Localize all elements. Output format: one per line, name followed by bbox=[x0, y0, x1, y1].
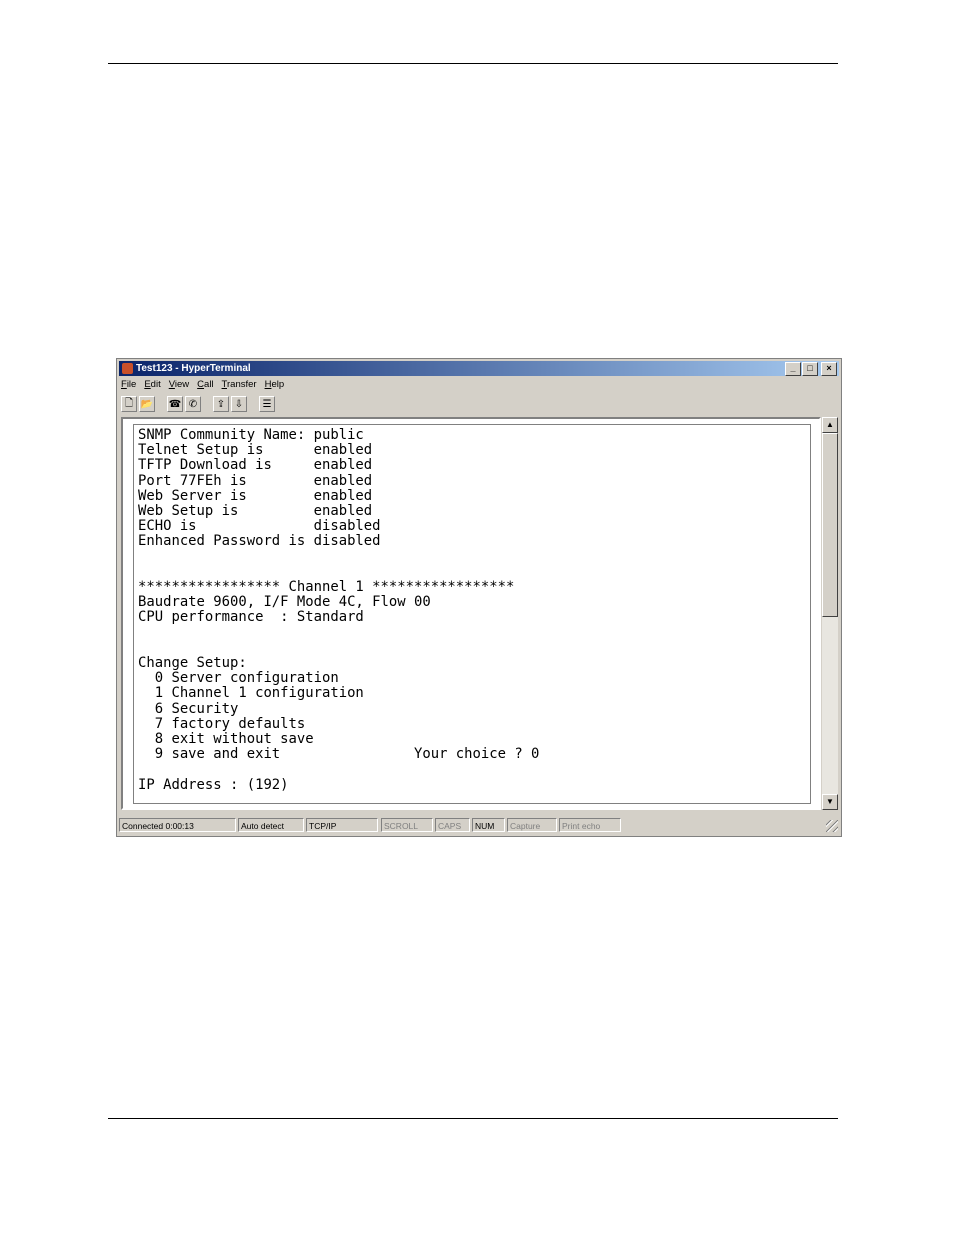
footer-rule bbox=[108, 1118, 838, 1119]
terminal-line: Port 77FEh is enabled bbox=[138, 472, 373, 489]
status-detect: Auto detect bbox=[238, 818, 304, 832]
terminal-line: CPU performance : Standard bbox=[138, 609, 364, 626]
minimize-button[interactable]: _ bbox=[785, 362, 801, 376]
terminal-line: Enhanced Password is disabled bbox=[138, 533, 381, 550]
terminal-line: 6 Security bbox=[138, 700, 239, 717]
terminal-line: 1 Channel 1 configuration bbox=[138, 685, 364, 702]
terminal-area[interactable]: SNMP Community Name: public Telnet Setup… bbox=[121, 417, 821, 810]
menu-bar: File Edit View Call Transfer Help bbox=[121, 378, 284, 392]
toolbar: 🗋 📂 ☎ ✆ ⇪ ⇩ ☰ bbox=[121, 394, 275, 414]
hyperterminal-window: Test123 - HyperTerminal _ □ × File Edit … bbox=[116, 358, 842, 837]
terminal-screen[interactable]: SNMP Community Name: public Telnet Setup… bbox=[133, 424, 811, 804]
status-caps: CAPS bbox=[435, 818, 470, 832]
terminal-line: 9 save and exit Your choice ? 0 bbox=[138, 746, 540, 763]
terminal-line: Telnet Setup is enabled bbox=[138, 442, 373, 459]
scrollbar-thumb[interactable] bbox=[822, 433, 838, 617]
menu-edit[interactable]: Edit bbox=[144, 378, 160, 392]
terminal-line: 0 Server configuration bbox=[138, 670, 339, 687]
vertical-scrollbar[interactable]: ▲ ▼ bbox=[822, 417, 838, 810]
status-capture: Capture bbox=[507, 818, 557, 832]
terminal-line: SNMP Community Name: public bbox=[138, 427, 364, 443]
close-button[interactable]: × bbox=[821, 362, 837, 376]
scroll-up-arrow-icon[interactable]: ▲ bbox=[822, 417, 838, 433]
window-title: Test123 - HyperTerminal bbox=[136, 363, 251, 374]
menu-transfer[interactable]: Transfer bbox=[222, 378, 257, 392]
menu-file[interactable]: File bbox=[121, 378, 136, 392]
terminal-line: ***************** Channel 1 ************… bbox=[138, 579, 515, 596]
connect-phone-icon[interactable]: ☎ bbox=[167, 396, 183, 412]
resize-grip-icon[interactable] bbox=[826, 820, 838, 832]
terminal-line: Web Setup is enabled bbox=[138, 503, 373, 520]
terminal-line: TFTP Download is enabled bbox=[138, 457, 373, 474]
menu-help[interactable]: Help bbox=[265, 378, 285, 392]
hyperterminal-app-icon[interactable] bbox=[122, 363, 133, 374]
receive-file-icon[interactable]: ⇩ bbox=[231, 396, 247, 412]
status-num: NUM bbox=[472, 818, 505, 832]
header-rule bbox=[108, 63, 838, 64]
open-folder-icon[interactable]: 📂 bbox=[139, 396, 155, 412]
menu-view[interactable]: View bbox=[169, 378, 189, 392]
terminal-line: 7 factory defaults bbox=[138, 715, 306, 732]
send-file-icon[interactable]: ⇪ bbox=[213, 396, 229, 412]
status-protocol: TCP/IP bbox=[306, 818, 378, 832]
status-scroll: SCROLL bbox=[381, 818, 433, 832]
status-connected-time: Connected 0:00:13 bbox=[119, 818, 236, 832]
title-bar[interactable]: Test123 - HyperTerminal _ □ × bbox=[119, 361, 839, 376]
scroll-down-arrow-icon[interactable]: ▼ bbox=[822, 794, 838, 810]
terminal-line: ECHO is disabled bbox=[138, 518, 381, 535]
properties-icon[interactable]: ☰ bbox=[259, 396, 275, 412]
terminal-line: Baudrate 9600, I/F Mode 4C, Flow 00 bbox=[138, 594, 431, 611]
terminal-line: IP Address : (192) bbox=[138, 776, 289, 793]
terminal-output: SNMP Community Name: public Telnet Setup… bbox=[138, 427, 540, 793]
status-print-echo: Print echo bbox=[559, 818, 621, 832]
menu-call[interactable]: Call bbox=[197, 378, 213, 392]
terminal-line: Web Server is enabled bbox=[138, 487, 373, 504]
terminal-line: 8 exit without save bbox=[138, 731, 314, 748]
status-bar: Connected 0:00:13 Auto detect TCP/IP SCR… bbox=[119, 818, 839, 833]
disconnect-phone-icon[interactable]: ✆ bbox=[185, 396, 201, 412]
maximize-button[interactable]: □ bbox=[802, 362, 818, 376]
new-connection-icon[interactable]: 🗋 bbox=[121, 396, 137, 412]
terminal-line: Change Setup: bbox=[138, 655, 247, 672]
window-controls: _ □ × bbox=[785, 362, 837, 376]
